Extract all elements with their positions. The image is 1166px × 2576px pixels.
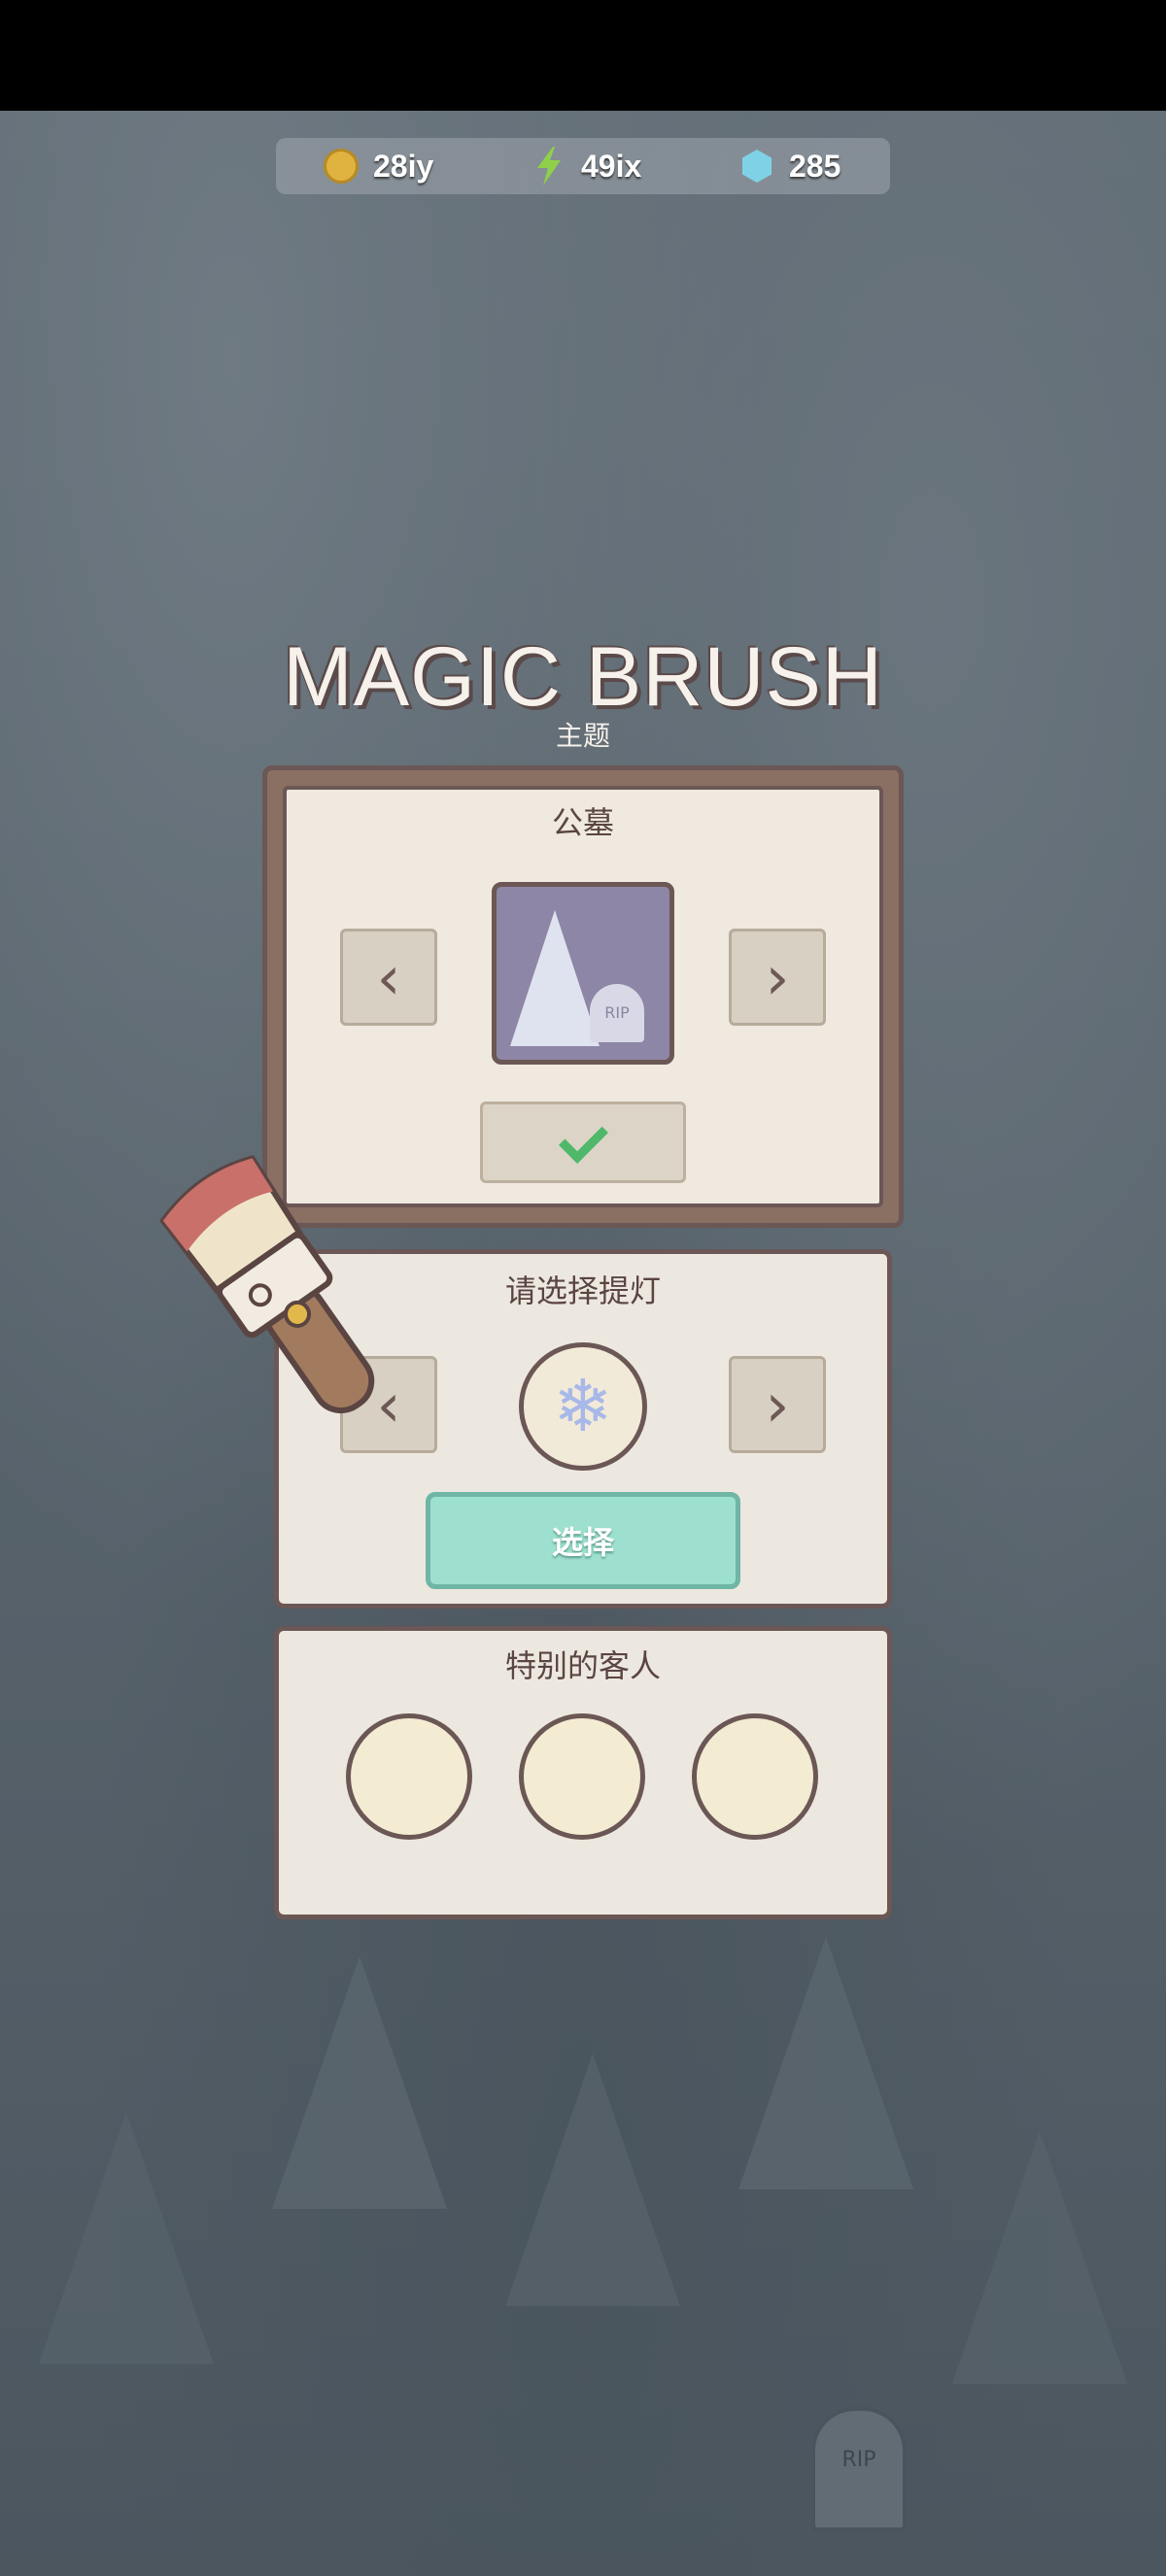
- coin-icon: [323, 148, 360, 185]
- checkmark-icon: [558, 1113, 608, 1164]
- lantern-next-button[interactable]: ›: [729, 1356, 826, 1453]
- gem-icon: [738, 148, 775, 185]
- energy-value: 49ix: [581, 148, 642, 184]
- background-tree: [952, 2131, 1127, 2384]
- theme-title: 公墓: [551, 804, 614, 841]
- pine-tree-icon: [510, 910, 600, 1046]
- screen-title: MAGIC BRUSH: [283, 630, 883, 724]
- guest-slot[interactable]: [519, 1713, 645, 1840]
- lightning-icon: [531, 147, 567, 186]
- theme-preview-image: RIP: [492, 882, 674, 1065]
- snowflake-lantern-icon: ❄: [519, 1342, 647, 1471]
- background-tree: [272, 1956, 447, 2209]
- screen-subtitle: 主题: [555, 720, 610, 752]
- gem-value: 285: [789, 148, 841, 184]
- background-tree: [505, 2053, 680, 2306]
- theme-next-button[interactable]: ›: [729, 929, 826, 1026]
- background-tree: [39, 2112, 214, 2364]
- tombstone-icon: RIP: [590, 984, 644, 1042]
- theme-prev-button[interactable]: ‹: [340, 929, 437, 1026]
- background-tree: [738, 1937, 913, 2189]
- guest-slot[interactable]: [692, 1713, 818, 1840]
- guests-title: 特别的客人: [504, 1647, 661, 1684]
- coin-counter[interactable]: 28iy: [323, 144, 433, 188]
- status-bar: [0, 0, 1166, 111]
- magic-brush-icon: [136, 1146, 428, 1438]
- tombstone-text: RIP: [841, 2448, 876, 2472]
- coin-value: 28iy: [373, 148, 434, 184]
- guest-slot[interactable]: [346, 1713, 472, 1840]
- energy-counter[interactable]: 49ix: [531, 144, 641, 188]
- lantern-select-button[interactable]: 选择: [426, 1492, 740, 1589]
- background-tombstone: RIP: [811, 2407, 907, 2531]
- gem-counter[interactable]: 285: [738, 144, 840, 188]
- theme-confirm-button[interactable]: [480, 1102, 686, 1183]
- resource-bar: 28iy 49ix 285: [276, 138, 890, 194]
